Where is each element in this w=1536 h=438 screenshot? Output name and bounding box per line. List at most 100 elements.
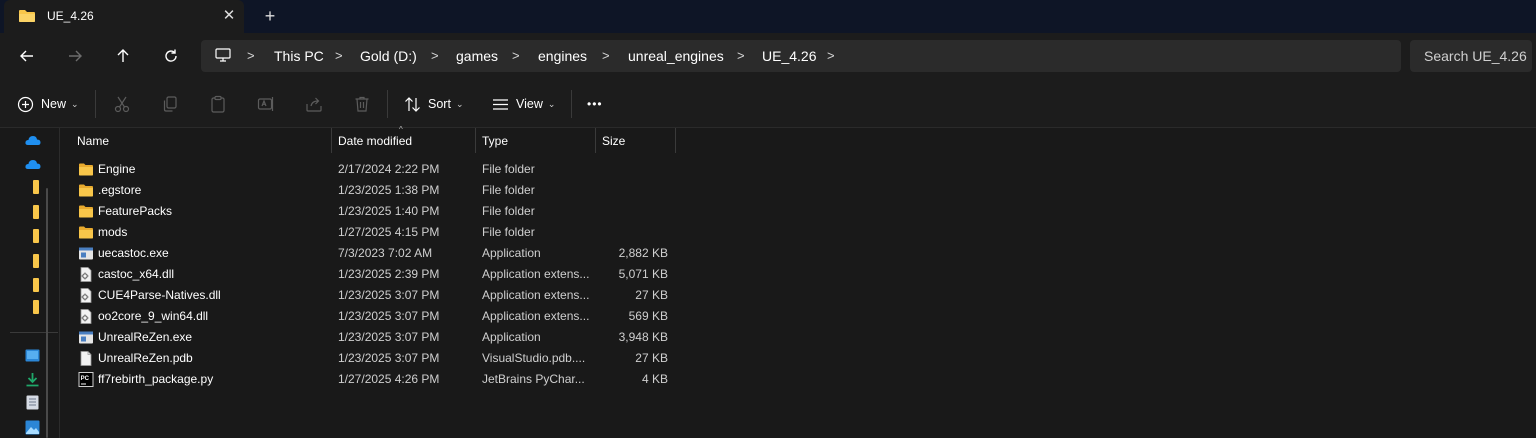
- up-button[interactable]: [110, 43, 136, 69]
- breadcrumb-gold-drive[interactable]: Gold (D:): [360, 48, 417, 64]
- file-row[interactable]: UnrealReZen.pdb 1/23/2025 3:07 PM Visual…: [72, 348, 692, 369]
- breadcrumb-engines[interactable]: engines: [538, 48, 587, 64]
- back-button[interactable]: [14, 43, 40, 69]
- exe-icon: [79, 247, 93, 260]
- file-date: 1/23/2025 3:07 PM: [338, 288, 440, 302]
- breadcrumb-games[interactable]: games: [456, 48, 498, 64]
- file-row[interactable]: CUE4Parse-Natives.dll 1/23/2025 3:07 PM …: [72, 285, 692, 306]
- file-date: 1/23/2025 1:40 PM: [338, 204, 440, 218]
- file-name: UnrealReZen.exe: [98, 330, 193, 344]
- arrow-right-icon: [69, 50, 82, 62]
- file-name: .egstore: [98, 183, 142, 197]
- file-row[interactable]: castoc_x64.dll 1/23/2025 2:39 PM Applica…: [72, 264, 692, 285]
- arrow-left-icon: [20, 50, 33, 62]
- close-tab-icon[interactable]: ✕: [220, 7, 238, 25]
- column-header-type[interactable]: Type: [476, 128, 595, 153]
- refresh-button[interactable]: [158, 43, 184, 69]
- file-date: 1/23/2025 3:07 PM: [338, 351, 440, 365]
- file-date: 2/17/2024 2:22 PM: [338, 162, 440, 176]
- pycharm-icon: PC: [78, 372, 94, 387]
- file-list: ^ Name Date modified Type Size Engine 2/…: [60, 125, 1536, 438]
- downloads-icon[interactable]: [25, 372, 40, 387]
- share-icon[interactable]: [305, 95, 323, 113]
- file-size: 3,948 KB: [618, 330, 668, 344]
- breadcrumb-separator[interactable]: >: [827, 48, 835, 63]
- dll-icon: [80, 288, 92, 303]
- file-name: oo2core_9_win64.dll: [98, 309, 209, 323]
- breadcrumb-separator[interactable]: >: [602, 48, 610, 63]
- breadcrumb-separator[interactable]: >: [737, 48, 745, 63]
- file-row[interactable]: PC ff7rebirth_package.py 1/27/2025 4:26 …: [72, 369, 692, 390]
- file-row[interactable]: UnrealReZen.exe 1/23/2025 3:07 PM Applic…: [72, 327, 692, 348]
- sort-icon: [405, 96, 420, 112]
- new-tab-button[interactable]: +: [260, 6, 280, 26]
- folder-icon[interactable]: [33, 300, 39, 314]
- desktop-icon[interactable]: [25, 349, 40, 362]
- file-date: 1/27/2025 4:26 PM: [338, 372, 440, 386]
- documents-icon[interactable]: [26, 395, 39, 410]
- file-size: 5,071 KB: [618, 267, 668, 281]
- more-icon: •••: [587, 97, 603, 111]
- column-header-name[interactable]: Name: [71, 128, 331, 153]
- file-date: 1/23/2025 1:38 PM: [338, 183, 440, 197]
- computer-icon: [215, 48, 231, 62]
- command-bar: New ⌄ Sort ⌄ View ⌄ •••: [0, 80, 1536, 128]
- pictures-icon[interactable]: [25, 420, 40, 435]
- delete-icon[interactable]: [353, 95, 371, 113]
- folder-icon: [79, 205, 93, 218]
- folder-icon[interactable]: [33, 278, 39, 292]
- file-name: UnrealReZen.pdb: [98, 351, 193, 365]
- forward-button[interactable]: [62, 43, 88, 69]
- sort-label: Sort: [428, 97, 451, 111]
- rename-icon[interactable]: [257, 95, 275, 113]
- file-type: File folder: [482, 225, 535, 239]
- divider: [387, 90, 388, 118]
- folder-icon[interactable]: [33, 180, 39, 194]
- breadcrumb-separator[interactable]: >: [335, 48, 343, 63]
- tab-ue-4-26[interactable]: UE_4.26 ✕: [4, 0, 244, 33]
- onedrive-icon[interactable]: [25, 134, 41, 146]
- onedrive-icon[interactable]: [25, 158, 41, 170]
- file-size: 569 KB: [628, 309, 668, 323]
- file-date: 1/23/2025 3:07 PM: [338, 330, 440, 344]
- paste-icon[interactable]: [209, 95, 227, 113]
- view-button[interactable]: View ⌄: [492, 94, 555, 114]
- breadcrumb-separator[interactable]: >: [512, 48, 520, 63]
- folder-icon: [79, 184, 93, 197]
- column-header-size[interactable]: Size: [596, 128, 675, 153]
- new-button[interactable]: New ⌄: [17, 94, 79, 114]
- view-label: View: [516, 97, 543, 111]
- file-row[interactable]: Engine 2/17/2024 2:22 PM File folder: [72, 159, 692, 180]
- file-row[interactable]: .egstore 1/23/2025 1:38 PM File folder: [72, 180, 692, 201]
- file-date: 7/3/2023 7:02 AM: [338, 246, 433, 260]
- cut-icon[interactable]: [113, 95, 131, 113]
- file-row[interactable]: uecastoc.exe 7/3/2023 7:02 AM Applicatio…: [72, 243, 692, 264]
- more-options-button[interactable]: •••: [587, 94, 603, 114]
- divider: [10, 332, 58, 333]
- breadcrumb-separator[interactable]: >: [431, 48, 439, 63]
- file-date: 1/23/2025 2:39 PM: [338, 267, 440, 281]
- file-type: File folder: [482, 162, 535, 176]
- folder-icon[interactable]: [33, 205, 39, 219]
- breadcrumb-ue-4-26[interactable]: UE_4.26: [762, 48, 816, 64]
- file-row[interactable]: mods 1/27/2025 4:15 PM File folder: [72, 222, 692, 243]
- column-header-date-modified[interactable]: Date modified: [332, 128, 475, 153]
- address-bar[interactable]: > This PC > Gold (D:) > games > engines …: [201, 40, 1401, 72]
- navigation-pane: [0, 128, 60, 438]
- file-row[interactable]: FeaturePacks 1/23/2025 1:40 PM File fold…: [72, 201, 692, 222]
- column-divider[interactable]: [675, 128, 676, 153]
- search-input[interactable]: Search UE_4.26: [1410, 40, 1532, 72]
- copy-icon[interactable]: [161, 95, 179, 113]
- breadcrumb-this-pc[interactable]: This PC: [274, 48, 324, 64]
- breadcrumb-unreal-engines[interactable]: unreal_engines: [628, 48, 724, 64]
- file-type: Application extens...: [482, 267, 590, 281]
- chevron-down-icon: ⌄: [455, 98, 464, 109]
- breadcrumb-separator: >: [247, 48, 255, 63]
- file-type: Application extens...: [482, 309, 590, 323]
- folder-icon[interactable]: [33, 229, 39, 243]
- file-icon: [80, 351, 92, 366]
- sort-button[interactable]: Sort ⌄: [404, 94, 463, 114]
- file-row[interactable]: oo2core_9_win64.dll 1/23/2025 3:07 PM Ap…: [72, 306, 692, 327]
- nav-pane-scrollbar[interactable]: [46, 188, 48, 438]
- folder-icon[interactable]: [33, 254, 39, 268]
